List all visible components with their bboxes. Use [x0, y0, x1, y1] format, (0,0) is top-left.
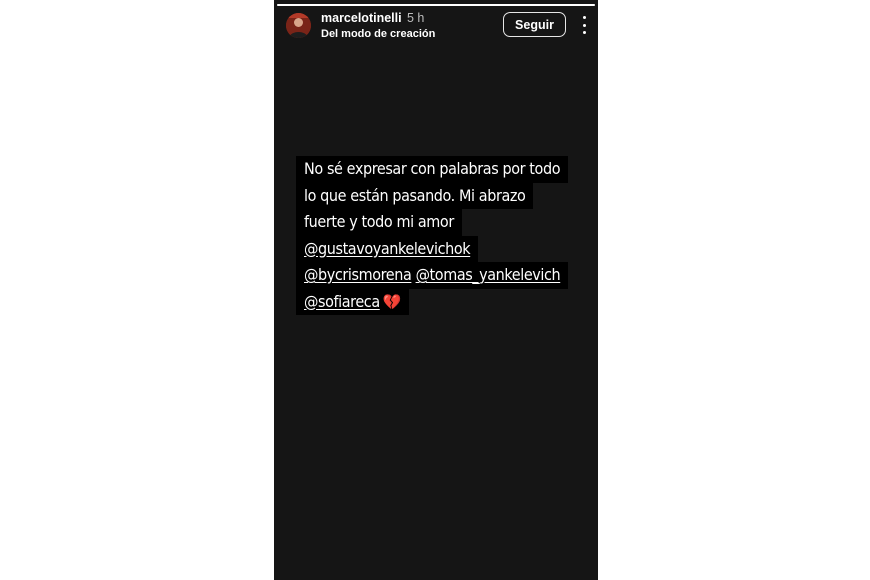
caption-line: @bycrismorena @tomas_yankelevich	[296, 262, 596, 289]
menu-dot	[582, 31, 586, 34]
post-time: 5 h	[407, 11, 425, 25]
creation-mode-label: Del modo de creación	[321, 28, 436, 40]
story-progress-fill	[277, 4, 595, 6]
caption-line: fuerte y todo mi amor	[296, 209, 596, 236]
menu-dot	[582, 16, 586, 19]
story-text: No sé expresar con palabras por todo lo …	[296, 156, 596, 315]
story-viewer[interactable]: marcelotinelli 5 h Del modo de creación …	[274, 0, 598, 580]
caption-line: @gustavoyankelevichok	[296, 235, 596, 262]
menu-dot	[582, 23, 586, 27]
broken-heart-icon: 💔	[382, 292, 402, 311]
caption-text: No sé expresar con palabras por todo	[296, 156, 569, 183]
avatar-image	[286, 13, 311, 38]
caption-line: @sofiareca 💔	[296, 288, 596, 315]
username[interactable]: marcelotinelli	[321, 11, 402, 25]
profile-avatar[interactable]	[286, 13, 311, 38]
caption-text: fuerte y todo mi amor	[296, 209, 462, 236]
story-progress-bar	[277, 4, 595, 6]
mention-block: @sofiareca 💔	[296, 288, 410, 315]
mention-link[interactable]: @gustavoyankelevichok	[304, 239, 471, 258]
mention-block: @bycrismorena @tomas_yankelevich	[296, 262, 569, 289]
follow-button[interactable]: Seguir	[503, 12, 566, 37]
caption-text: lo que están pasando. Mi abrazo	[296, 182, 534, 209]
caption-line: No sé expresar con palabras por todo	[296, 156, 596, 183]
mention-link[interactable]: @bycrismorena	[304, 265, 412, 284]
mention-link[interactable]: @tomas_yankelevich	[416, 265, 561, 284]
caption-line: lo que están pasando. Mi abrazo	[296, 182, 596, 209]
more-vertical-icon[interactable]	[580, 16, 588, 34]
mention-block: @gustavoyankelevichok	[296, 235, 479, 262]
mention-link[interactable]: @sofiareca	[304, 292, 380, 311]
